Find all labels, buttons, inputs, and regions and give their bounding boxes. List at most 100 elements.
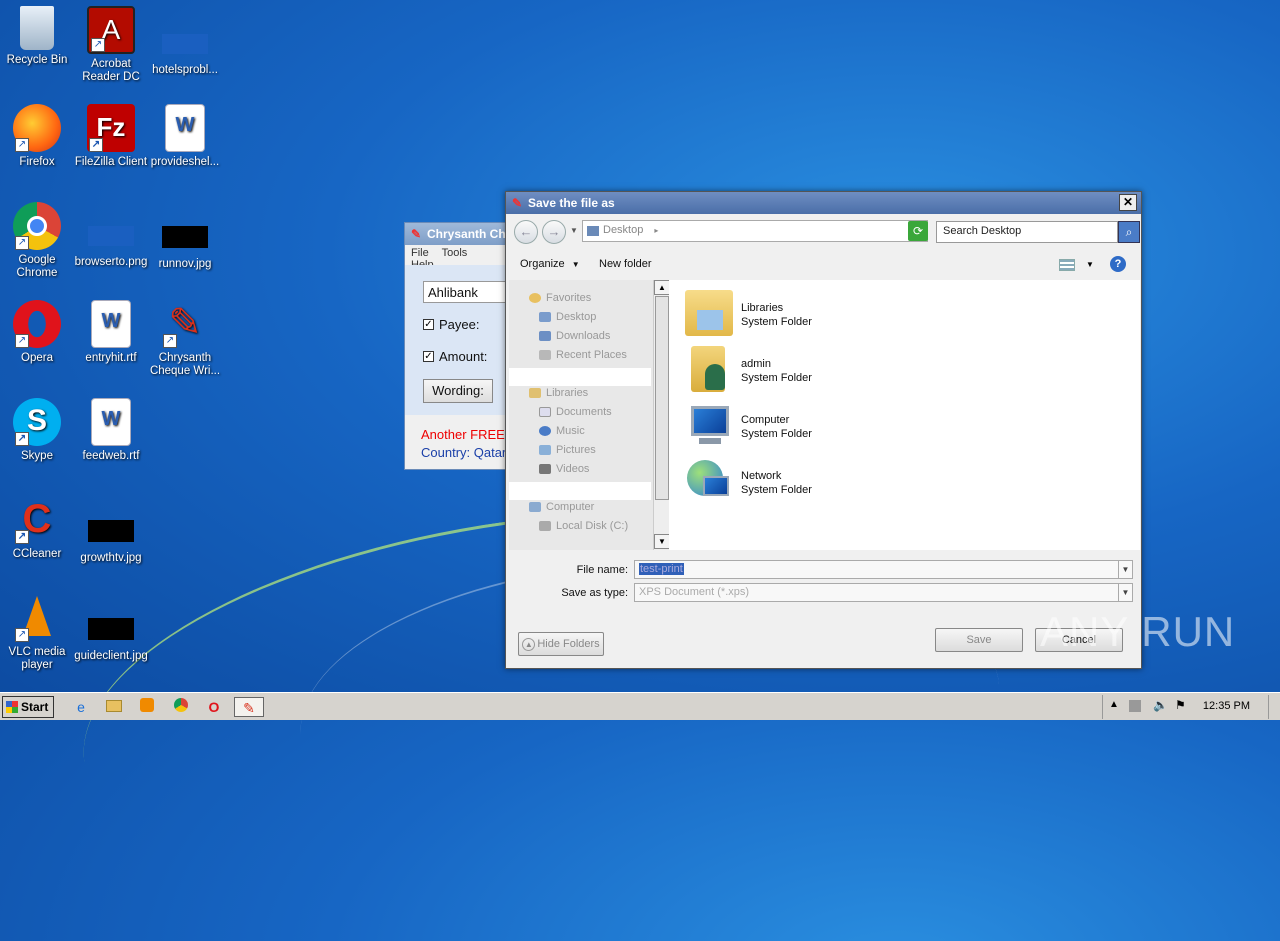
image-file-icon <box>88 520 134 542</box>
item-name: Computer <box>741 414 790 426</box>
file-list[interactable]: Libraries System Folder admin System Fol… <box>669 280 1140 550</box>
menu-file[interactable]: File <box>411 247 429 259</box>
feather-icon: ✎ <box>512 196 523 210</box>
cheque-writer-task-button[interactable]: ✎ <box>234 697 264 717</box>
desktop-icon-entryhit[interactable]: W entryhit.rtf <box>74 300 148 365</box>
network-icon[interactable] <box>1129 700 1141 712</box>
back-button[interactable]: ← <box>514 220 538 244</box>
window-title: ✎ Chrysanth Ch <box>405 223 507 245</box>
save-file-dialog[interactable]: ✎ Save the file as ✕ ← → ▼ Desktop ▸ ▼ ⟳… <box>505 191 1142 669</box>
desktop-icon-vlc[interactable]: ↗ VLC media player <box>0 594 74 672</box>
bank-select[interactable]: Ahlibank <box>423 281 513 303</box>
cheque-form: Ahlibank ✓ Payee: ✓ Amount: Wording: <box>405 265 513 415</box>
desktop-icon-guideclient[interactable]: guideclient.jpg <box>74 594 148 663</box>
desktop-icon-filezilla[interactable]: Fz ↗ FileZilla Client <box>74 104 148 169</box>
dialog-titlebar[interactable]: ✎ Save the file as ✕ <box>506 192 1141 214</box>
nav-recent-places[interactable]: Recent Places <box>539 349 627 361</box>
view-options-icon[interactable] <box>1059 259 1075 271</box>
hide-folders-button[interactable]: ▲ Hide Folders <box>518 632 604 656</box>
save-as-type-select[interactable]: XPS Document (*.xps) ▼ <box>634 583 1133 602</box>
nav-local-disk[interactable]: Local Disk (C:) <box>539 520 628 532</box>
nav-libraries[interactable]: Libraries <box>529 387 588 399</box>
new-folder-button[interactable]: New folder <box>599 258 652 270</box>
icon-label: provideshel... <box>150 156 220 168</box>
scroll-up-icon[interactable]: ▲ <box>654 280 670 295</box>
opera-icon[interactable]: O <box>203 697 225 717</box>
nav-desktop[interactable]: Desktop <box>539 311 596 323</box>
nav-downloads[interactable]: Downloads <box>539 330 610 342</box>
desktop-icon-firefox[interactable]: ↗ Firefox <box>0 104 74 169</box>
chevron-down-icon[interactable]: ▼ <box>1118 561 1132 578</box>
organize-button[interactable]: Organize ▼ <box>520 258 580 270</box>
refresh-button[interactable]: ⟳ <box>908 221 928 241</box>
scroll-down-icon[interactable]: ▼ <box>654 534 670 549</box>
item-type: System Folder <box>741 428 812 440</box>
desktop-icon-acrobat[interactable]: A ↗ Acrobat Reader DC <box>74 6 148 84</box>
address-text: Desktop <box>603 224 644 236</box>
acrobat-icon: A ↗ <box>87 6 135 54</box>
breadcrumb-arrow-icon[interactable]: ▸ <box>654 226 658 235</box>
cheque-writer-window[interactable]: ✎ Chrysanth Ch File Tools Help Ahlibank … <box>404 222 513 470</box>
file-name-value: test-print <box>639 563 684 575</box>
payee-checkbox[interactable]: ✓ <box>423 319 434 330</box>
icon-label: hotelsprobl... <box>152 64 218 76</box>
search-icon[interactable]: ⌕ <box>1118 221 1140 243</box>
vlc-icon: ↗ <box>13 594 61 642</box>
desktop-icon-provideshel[interactable]: W provideshel... <box>148 104 222 169</box>
nav-music[interactable]: Music <box>539 425 585 437</box>
view-dropdown-icon[interactable]: ▼ <box>1086 260 1094 269</box>
nav-videos[interactable]: Videos <box>539 463 589 475</box>
internet-explorer-icon[interactable]: e <box>70 697 92 717</box>
desktop-icon-browserto[interactable]: browserto.png <box>74 202 148 269</box>
chrome-icon[interactable] <box>170 697 192 717</box>
save-as-type-value: XPS Document (*.xps) <box>639 586 750 598</box>
wording-button[interactable]: Wording: <box>423 379 493 403</box>
desktop-icon-ccleaner[interactable]: C ↗ CCleaner <box>0 496 74 561</box>
amount-checkbox[interactable]: ✓ <box>423 351 434 362</box>
desktop-icon-growthtv[interactable]: growthtv.jpg <box>74 496 148 565</box>
navigation-pane: Favorites Desktop Downloads Recent Place… <box>509 280 670 550</box>
forward-button[interactable]: → <box>542 220 566 244</box>
recent-pages-dropdown[interactable]: ▼ <box>570 226 578 235</box>
close-button[interactable]: ✕ <box>1119 194 1137 211</box>
icon-label: Acrobat Reader DC <box>82 58 140 83</box>
desktop-icon-runnov[interactable]: runnov.jpg <box>148 202 222 271</box>
system-tray: ▲ 🔈 ⚑ 12:35 PM <box>1102 695 1280 719</box>
nav-pictures[interactable]: Pictures <box>539 444 596 456</box>
show-desktop-button[interactable] <box>1268 695 1280 719</box>
image-file-icon <box>88 618 134 640</box>
desktop-icon-skype[interactable]: S ↗ Skype <box>0 398 74 463</box>
amount-label: Amount: <box>439 349 488 364</box>
promo-text[interactable]: Another FREE <box>421 427 505 442</box>
chevron-up-icon: ▲ <box>522 637 536 651</box>
nav-documents[interactable]: Documents <box>539 406 612 418</box>
desktop-icon-feedweb[interactable]: W feedweb.rtf <box>74 398 148 463</box>
explorer-folder-icon[interactable] <box>103 697 125 717</box>
nav-scrollbar[interactable]: ▲ ▼ <box>653 280 670 550</box>
icon-label: Recycle Bin <box>6 54 68 66</box>
flag-icon[interactable]: ⚑ <box>1175 698 1186 712</box>
volume-icon[interactable]: 🔈 <box>1153 698 1168 712</box>
start-button[interactable]: Start <box>2 696 54 718</box>
nav-favorites[interactable]: Favorites <box>529 292 591 304</box>
desktop-icon-chrome[interactable]: ↗ Google Chrome <box>0 202 74 280</box>
desktop-icon-hotelsprobl[interactable]: hotelsprobl... <box>148 6 222 77</box>
nav-computer[interactable]: Computer <box>529 501 594 513</box>
media-player-icon[interactable] <box>136 697 158 717</box>
search-input[interactable]: Search Desktop <box>936 221 1118 243</box>
country-text: Country: Qatar <box>421 445 507 460</box>
desktop-icon-chrysanth[interactable]: ✎ ↗ Chrysanth Cheque Wri... <box>148 300 222 378</box>
chevron-down-icon[interactable]: ▼ <box>1118 584 1132 601</box>
save-button[interactable]: Save <box>935 628 1023 652</box>
icon-label: Skype <box>21 450 53 462</box>
watermark-logo: ANY RUN <box>1040 608 1236 655</box>
help-icon[interactable]: ? <box>1110 256 1126 272</box>
show-hidden-icons-icon[interactable]: ▲ <box>1109 699 1119 710</box>
address-bar[interactable]: Desktop ▸ ▼ <box>582 220 928 242</box>
desktop-icon-opera[interactable]: ↗ Opera <box>0 300 74 365</box>
scroll-thumb[interactable] <box>655 296 669 500</box>
clock[interactable]: 12:35 PM <box>1203 700 1250 712</box>
file-name-input[interactable]: test-print ▼ <box>634 560 1133 579</box>
desktop-icon-recycle-bin[interactable]: Recycle Bin <box>0 6 74 67</box>
menu-tools[interactable]: Tools <box>442 247 468 259</box>
